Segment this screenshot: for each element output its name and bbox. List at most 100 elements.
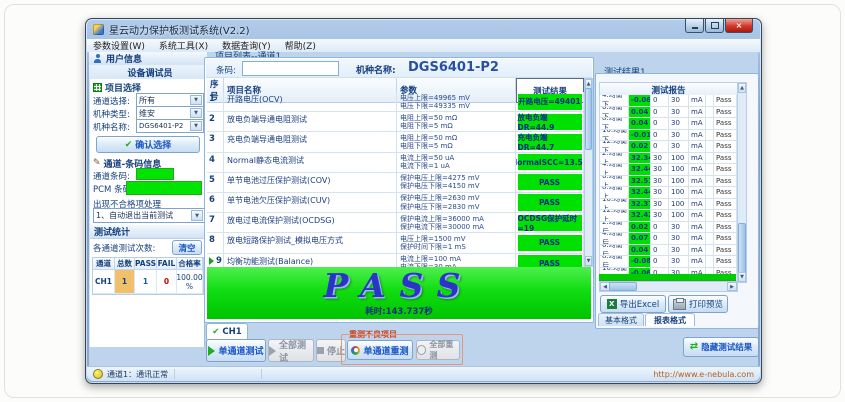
elapsed-time: 耗时:143.737秒 <box>365 305 433 317</box>
stats-fail: 0 <box>157 270 177 294</box>
chevron-down-icon[interactable]: ▼ <box>190 121 202 131</box>
fail-handle-dropdown[interactable]: 1、自动退出当前测试 ▼ <box>93 208 205 223</box>
hide-results-button[interactable]: ⇄ 隐藏测试结果 <box>683 337 759 357</box>
main-barcode-input[interactable] <box>242 61 339 76</box>
single-channel-retest-button[interactable]: 单通道重测 <box>347 340 413 360</box>
stats-channel: CH1 <box>93 270 115 294</box>
report-blank <box>706 256 714 267</box>
report-min: 30 <box>651 176 669 187</box>
chevron-down-icon[interactable]: ▼ <box>190 95 202 105</box>
report-value: 0.02 <box>629 222 651 233</box>
maximize-button[interactable] <box>705 19 724 33</box>
report-blank <box>706 176 714 187</box>
report-vscrollbar[interactable]: ▲ ▼ <box>737 82 747 283</box>
report-row[interactable]: 4.均衡后0.07030mAPass <box>600 233 737 245</box>
test-item-row[interactable]: 3充电负端导通电阻测试电阻上限=50 mΩ电阻下限=5 mΩ充电负端DR=44.… <box>207 132 584 152</box>
report-row[interactable]: 4.均衡下-0.06030mAPass <box>600 95 737 107</box>
pcm-barcode-field[interactable] <box>126 181 202 195</box>
tab-format-0[interactable]: 基本格式 <box>598 313 644 326</box>
report-row[interactable]: 10.均衡下-0.01030mAPass <box>600 130 737 142</box>
confirm-select-button[interactable]: ✔ 确认选择 <box>96 136 200 153</box>
machine-type-dropdown[interactable]: 维安 ▼ <box>136 106 204 120</box>
item-table-scrollbar[interactable]: ▲ ▼ <box>584 78 593 267</box>
item-params: 电流上限=50 uA电流下限=1 uA <box>397 153 516 172</box>
report-row[interactable]: 2.均衡后0.02030mAPass <box>600 222 737 234</box>
report-row[interactable]: 12.均衡上32.4230100mAPass <box>600 210 737 222</box>
report-blank <box>706 118 714 129</box>
item-result: PASS <box>516 173 584 192</box>
scrollbar-thumb[interactable] <box>738 223 746 273</box>
model-info-strip: 条码: 机种名称: DGS6401-P2 <box>206 59 592 78</box>
report-result: Pass <box>714 245 737 256</box>
status-dot-icon <box>93 369 103 379</box>
test-item-row[interactable]: 7放电过电流保护测试(OCDSG)保护电流上限=36000 mA保护电流下限=3… <box>207 213 584 233</box>
scroll-down-icon[interactable]: ▼ <box>738 272 746 282</box>
menu-item[interactable]: 系统工具(X) <box>159 39 208 52</box>
report-row[interactable]: 8.均衡后-0.08030mAPass <box>600 256 737 268</box>
report-hscrollbar[interactable]: ◀ ▶ <box>599 281 738 292</box>
stats-table: 通道 总数 PASS FAIL 合格率 CH1 1 1 0 100.00 % <box>92 257 204 295</box>
minimize-button[interactable] <box>685 19 704 33</box>
report-row[interactable]: 2.均衡上32.3430100mAPass <box>600 153 737 165</box>
report-result: Pass <box>714 141 737 152</box>
tab-format-1[interactable]: 报表格式 <box>645 313 695 326</box>
print-preview-button[interactable]: 打印预览 <box>668 295 728 313</box>
report-row[interactable]: 12.均衡下0.02030mAPass <box>600 141 737 153</box>
test-item-row[interactable]: 5单节电池过压保护测试(COV)保护电压上限=4275 mV保护电压下限=415… <box>207 173 584 193</box>
play-icon <box>208 346 215 356</box>
report-result: Pass <box>714 210 737 221</box>
close-button[interactable]: × <box>725 19 753 33</box>
single-channel-test-button[interactable]: 单通道测试 <box>206 339 266 362</box>
stats-band: 测试统计 <box>90 225 208 239</box>
item-result: 放电负端DR=44.9 <box>516 112 584 131</box>
export-excel-button[interactable]: X 导出Excel <box>600 295 666 313</box>
report-row[interactable]: 10.均衡上32.3730100mAPass <box>600 199 737 211</box>
clear-button[interactable]: 清空 <box>172 240 202 255</box>
test-item-row[interactable]: 6单节电池欠压保护测试(CUV)保护电压上限=2630 mV保护电压下限=283… <box>207 193 584 213</box>
report-value: -0.08 <box>629 256 651 267</box>
item-params: 电压上限=1500 mV保护时间下限=1 mS <box>397 233 516 252</box>
stats-row[interactable]: CH1 1 1 0 100.00 % <box>93 270 203 294</box>
test-item-row[interactable]: 8放电短路保护测试_模拟电压方式电压上限=1500 mV保护时间下限=1 mSP… <box>207 233 584 253</box>
report-row[interactable]: 6.均衡后0.04030mAPass <box>600 245 737 257</box>
scroll-right-icon[interactable]: ▶ <box>727 282 737 291</box>
report-min: 0 <box>651 245 669 256</box>
scroll-down-icon[interactable]: ▼ <box>585 256 592 266</box>
scroll-up-icon[interactable]: ▲ <box>738 83 746 93</box>
status-url: http://www.e-nebula.com <box>653 370 754 379</box>
all-retest-button[interactable]: 全部重测 <box>416 340 460 360</box>
report-row[interactable]: 6.均衡下0.04030mAPass <box>600 107 737 119</box>
report-row[interactable]: 4.均衡上32.4430100mAPass <box>600 164 737 176</box>
item-name: 放电负端导通电阻测试 <box>224 112 397 131</box>
chevron-down-icon[interactable]: ▼ <box>190 108 202 118</box>
channel-select-dropdown[interactable]: 所有 ▼ <box>136 93 204 107</box>
report-row[interactable]: 6.均衡上32.5130100mAPass <box>600 176 737 188</box>
report-unit: mA <box>689 164 706 175</box>
channel-barcode-label: 通道条码: <box>93 170 130 182</box>
test-item-row[interactable]: 2放电负端导通电阻测试电阻上限=50 mΩ电阻下限=5 mΩ放电负端DR=44.… <box>207 112 584 132</box>
test-item-row[interactable]: 1开路电压(OCV)电压上限=49965 mV电压下限=49335 mV开路电压… <box>207 92 584 112</box>
report-unit: mA <box>689 153 706 164</box>
report-value: 0.04 <box>629 107 651 118</box>
report-blank <box>706 245 714 256</box>
scrollbar-thumb[interactable] <box>585 88 592 150</box>
menu-item[interactable]: 帮助(Z) <box>285 39 316 52</box>
all-test-button[interactable]: 全部测试 <box>268 339 314 362</box>
report-value: 32.37 <box>629 199 651 210</box>
pass-banner: PASS 耗时:143.737秒 <box>207 267 591 319</box>
item-params: 电压上限=49965 mV电压下限=49335 mV <box>397 92 516 111</box>
report-min: 0 <box>651 256 669 267</box>
tab-ch1[interactable]: ✔ CH1 <box>206 323 248 339</box>
channel-barcode-field[interactable] <box>136 168 174 180</box>
app-icon <box>93 24 104 35</box>
test-item-row[interactable]: 4Normal静态电流测试电流上限=50 uA电流下限=1 uANormalSC… <box>207 153 584 173</box>
scrollbar-thumb[interactable] <box>609 282 637 291</box>
menu-item[interactable]: 参数设置(W) <box>93 39 145 52</box>
title-bar[interactable]: 星云动力保护板测试系统(V2.2) × <box>86 19 761 39</box>
chevron-down-icon[interactable]: ▼ <box>191 210 203 221</box>
report-row[interactable]: 8.均衡下0.04030mAPass <box>600 118 737 130</box>
report-min: 0 <box>651 130 669 141</box>
machine-name-dropdown[interactable]: DGS6401-P2 ▼ <box>136 119 204 133</box>
menu-item[interactable]: 数据查询(Y) <box>222 39 271 52</box>
report-row[interactable]: 8.均衡上32.4430100mAPass <box>600 187 737 199</box>
